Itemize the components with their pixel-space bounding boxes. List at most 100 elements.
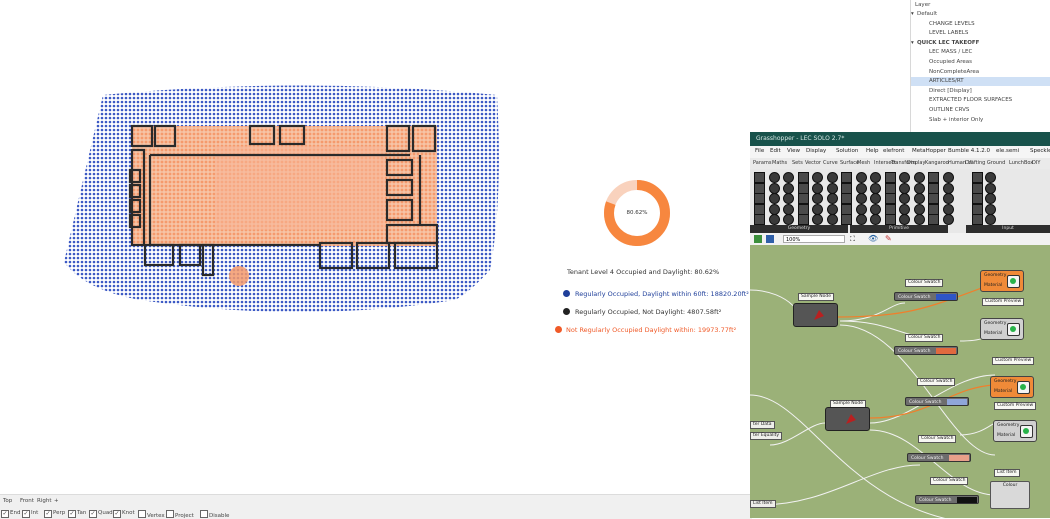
component-icon[interactable] (783, 172, 794, 183)
component-icon[interactable] (783, 203, 794, 215)
colour-swatch-e[interactable]: Colour Swatch (915, 495, 979, 504)
component-icon[interactable] (754, 172, 765, 183)
component-icon[interactable] (855, 172, 867, 183)
component-icon[interactable] (942, 214, 954, 225)
layer-row[interactable]: LEVEL LABELS (911, 29, 1050, 38)
viewport-tab[interactable]: Right (37, 498, 51, 504)
layer-row[interactable]: NonCompleteArea (911, 68, 1050, 77)
component-icon[interactable] (942, 182, 954, 194)
component-icon[interactable] (826, 214, 838, 225)
component-icon[interactable] (884, 214, 896, 225)
osnap-checkbox[interactable]: ✓ (113, 510, 121, 518)
component-icon[interactable] (812, 172, 823, 183)
component-icon[interactable] (870, 172, 881, 183)
component-icon[interactable] (972, 214, 983, 225)
component-icon[interactable] (884, 182, 896, 194)
component-icon[interactable] (972, 203, 983, 215)
component-icon[interactable] (928, 203, 939, 215)
component-icon[interactable] (913, 193, 925, 204)
component-icon[interactable] (797, 172, 809, 183)
component-icon[interactable] (913, 203, 925, 215)
gh-tab[interactable]: DIY (1032, 160, 1040, 166)
layers-panel[interactable]: Layer ▾ Default CHANGE LEVELS LEVEL LABELS ▾… (910, 0, 1050, 132)
layer-row[interactable]: Direct [Display] (911, 87, 1050, 96)
component-icon[interactable] (855, 214, 867, 225)
series-component-a[interactable] (793, 303, 838, 327)
osnap-item[interactable]: ✓ Knot (113, 510, 135, 518)
osnap-item[interactable]: ✓ Int (22, 510, 38, 518)
component-icon[interactable] (870, 203, 881, 215)
component-icon[interactable] (826, 203, 838, 215)
osnap-checkbox[interactable]: ✓ (44, 510, 52, 518)
component-icon[interactable] (985, 172, 996, 183)
component-icon[interactable] (812, 214, 823, 225)
layer-row[interactable]: LEC MASS / LEC (911, 48, 1050, 57)
component-icon[interactable] (899, 182, 910, 194)
component-icon[interactable] (985, 182, 996, 194)
custom-preview-a[interactable]: Geometry Material (980, 270, 1024, 292)
component-icon[interactable] (942, 203, 954, 215)
colour-swatch-d[interactable]: Colour Swatch (907, 453, 971, 462)
gh-tab[interactable]: Display (907, 160, 925, 166)
component-icon[interactable] (899, 203, 910, 215)
osnap-checkbox[interactable] (200, 510, 208, 518)
component-icon[interactable] (972, 172, 983, 183)
gh-menu-item[interactable]: Help (866, 148, 879, 154)
component-icon[interactable] (884, 203, 896, 215)
save-file-icon[interactable] (766, 235, 774, 243)
chevron-down-icon[interactable]: ▾ (911, 39, 914, 48)
gh-tab[interactable]: Drafting Ground (965, 160, 1005, 166)
component-icon[interactable] (841, 203, 852, 215)
component-icon[interactable] (899, 214, 910, 225)
gh-tab[interactable]: Maths (772, 160, 787, 166)
osnap-item[interactable]: ✓ Quad (89, 510, 113, 518)
colour-swatch-c[interactable]: Colour Swatch (905, 397, 969, 406)
colour-swatch-b[interactable]: Colour Swatch (894, 346, 958, 355)
gh-menu-item[interactable]: MetaHopper (912, 148, 946, 154)
component-icon[interactable] (884, 172, 896, 183)
gh-tab[interactable]: Sets (792, 160, 803, 166)
viewport-tab[interactable]: Top (3, 498, 12, 504)
grasshopper-canvas[interactable]: Sample Node Sample Node Colour Swatch Co… (750, 245, 1050, 518)
gh-tab[interactable]: LunchBox (1009, 160, 1033, 166)
osnap-checkbox[interactable] (138, 510, 146, 518)
component-icon[interactable] (783, 214, 794, 225)
component-icon[interactable] (768, 182, 780, 194)
component-icon[interactable] (942, 193, 954, 204)
sketch-pen-icon[interactable]: ✎ (885, 234, 892, 243)
component-icon[interactable] (783, 182, 794, 194)
component-icon[interactable] (812, 182, 823, 194)
component-icon[interactable] (928, 182, 939, 194)
gh-menu-item[interactable]: elefront (883, 148, 904, 154)
component-icon[interactable] (913, 214, 925, 225)
gh-tab[interactable]: Vector (805, 160, 821, 166)
series-component-b[interactable] (825, 407, 870, 431)
component-icon[interactable] (899, 193, 910, 204)
component-icon[interactable] (841, 214, 852, 225)
component-icon[interactable] (797, 193, 809, 204)
component-icon[interactable] (972, 182, 983, 194)
component-icon[interactable] (826, 172, 838, 183)
custom-preview-b[interactable]: Geometry Material (980, 318, 1024, 340)
layer-row[interactable]: Slab + interior Only (911, 116, 1050, 125)
component-icon[interactable] (797, 182, 809, 194)
gh-tab[interactable]: Curve (823, 160, 838, 166)
gh-menu-item[interactable]: Speckle (1030, 148, 1050, 154)
component-icon[interactable] (928, 214, 939, 225)
gh-menu-item[interactable]: Edit (770, 148, 781, 154)
gh-tab[interactable]: Params (753, 160, 771, 166)
gh-tab[interactable]: Mesh (857, 160, 870, 166)
layer-row[interactable]: ▾ Default (911, 10, 1050, 19)
gh-menu-item[interactable]: Display (806, 148, 826, 154)
osnap-item[interactable]: ✓ Perp (44, 510, 65, 518)
component-icon[interactable] (884, 193, 896, 204)
viewport-tab[interactable]: + (54, 498, 59, 504)
component-icon[interactable] (942, 172, 954, 183)
gh-menu-item[interactable]: View (787, 148, 800, 154)
osnap-checkbox[interactable]: ✓ (1, 510, 9, 518)
colour-swatch-a[interactable]: Colour Swatch (894, 292, 958, 301)
component-icon[interactable] (899, 172, 910, 183)
component-icon[interactable] (768, 172, 780, 183)
component-icon[interactable] (928, 193, 939, 204)
component-icon[interactable] (841, 193, 852, 204)
